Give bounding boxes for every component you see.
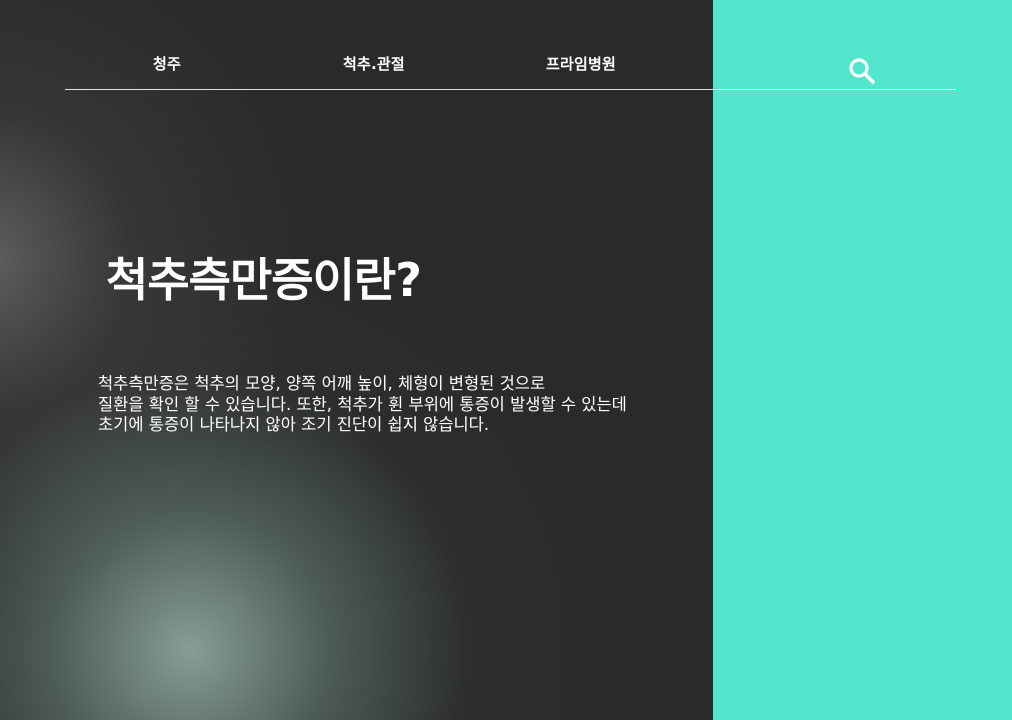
hero-background [0, 0, 713, 720]
nav-item-cheongju[interactable]: 청주 [153, 53, 181, 74]
description-line: 초기에 통증이 나타나지 않아 조기 진단이 쉽지 않습니다. [98, 415, 490, 434]
nav-item-spine-joint[interactable]: 척추.관절 [343, 53, 405, 74]
nav-divider-line [65, 89, 956, 90]
description-line: 척추측만증은 척추의 모양, 양쪽 어깨 높이, 체형이 변형된 것으로 [98, 374, 546, 393]
search-icon [849, 58, 875, 84]
accent-side-panel [713, 0, 1012, 720]
description-text: 척추측만증은 척추의 모양, 양쪽 어깨 높이, 체형이 변형된 것으로 질환을… [98, 374, 688, 436]
description-line: 질환을 확인 할 수 있습니다. 또한, 척추가 휜 부위에 통증이 발생할 수… [98, 394, 627, 414]
nav-item-prime-hospital[interactable]: 프라임병원 [546, 53, 616, 74]
search-button[interactable] [848, 57, 876, 85]
page-title: 척추측만증이란? [106, 253, 422, 307]
top-navigation: 청주 척추.관절 프라임병원 [65, 0, 956, 91]
